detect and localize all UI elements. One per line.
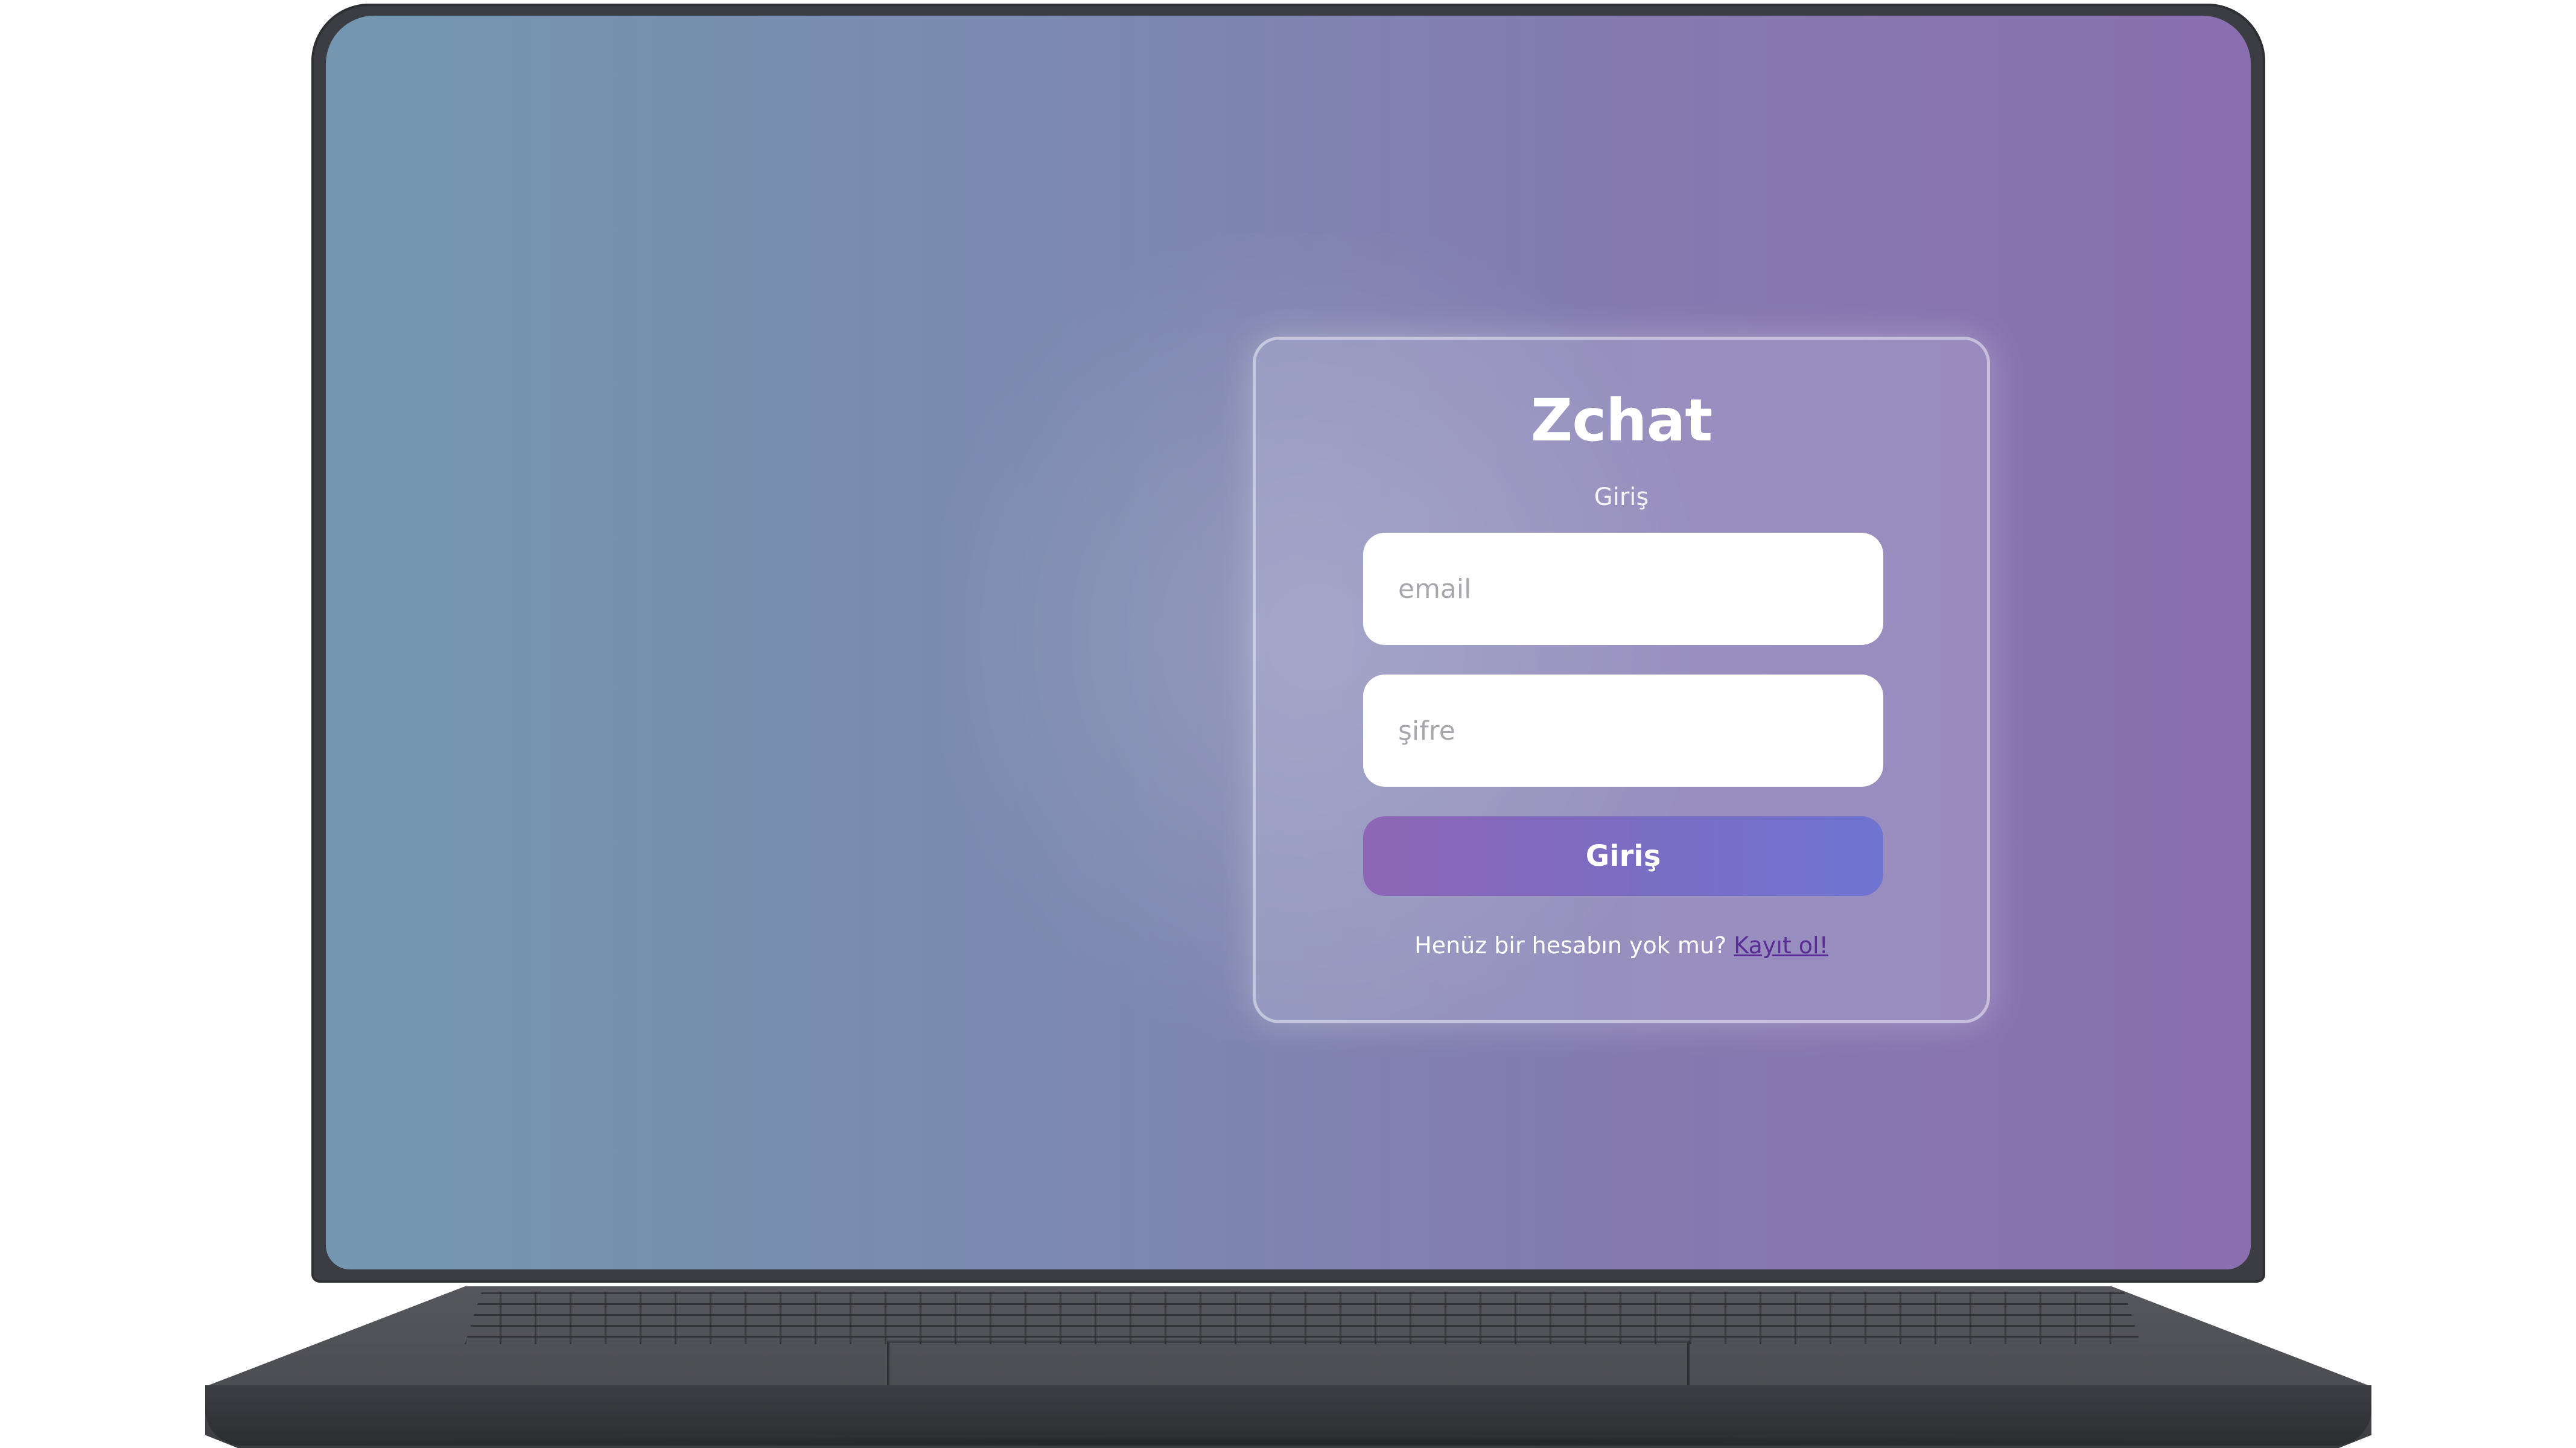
register-prompt-text: Henüz bir hesabın yok mu?: [1414, 932, 1734, 959]
form-subtitle: Giriş: [1594, 483, 1649, 511]
laptop-shadow: [253, 1436, 2323, 1448]
login-card: Zchat Giriş Giriş Henüz bir hesabın yok …: [1253, 337, 1990, 1023]
keyboard: [465, 1292, 2141, 1344]
password-field[interactable]: [1363, 675, 1883, 787]
app-title: Zchat: [1530, 387, 1713, 454]
register-prompt-row: Henüz bir hesabın yok mu? Kayıt ol!: [1256, 932, 1987, 959]
register-link[interactable]: Kayıt ol!: [1734, 932, 1828, 959]
trackpad: [887, 1341, 1690, 1385]
app-window: Zchat Giriş Giriş Henüz bir hesabın yok …: [326, 16, 2251, 1269]
login-button[interactable]: Giriş: [1363, 816, 1883, 896]
email-field[interactable]: [1363, 533, 1883, 645]
